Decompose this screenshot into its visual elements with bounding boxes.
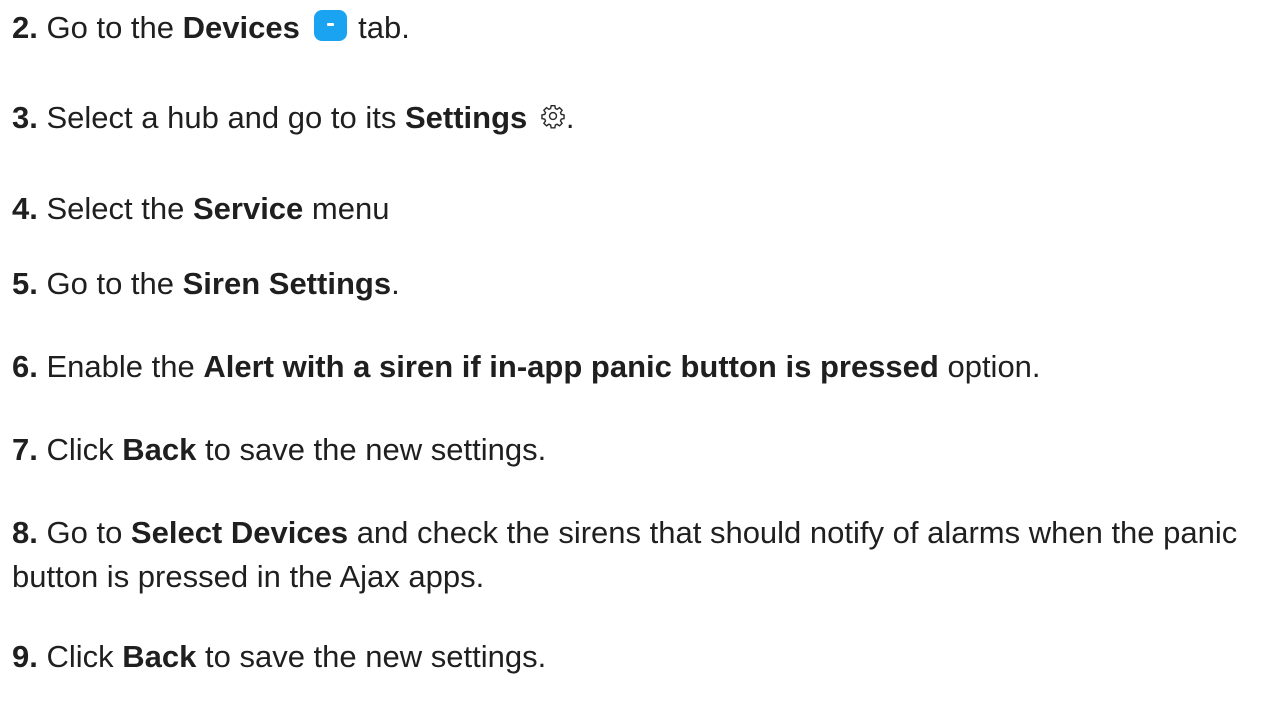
step-bold-term: Siren Settings [182,266,392,301]
devices-tab-icon [314,10,348,41]
step-bold-term: Back [122,432,197,467]
step-text-end: menu [303,191,390,226]
step-7: 7. Click Back to save the new settings. [12,428,1256,472]
step-text: Click [46,432,123,467]
step-number: 4. [12,191,38,226]
step-bold-term: Alert with a siren if in-app panic butto… [203,349,939,384]
step-5: 5. Go to the Siren Settings. [12,262,1256,306]
step-3: 3. Select a hub and go to its Settings . [12,96,1256,140]
step-bold-term: Service [192,191,304,226]
step-number: 6. [12,349,38,384]
step-2: 2. Go to the Devices tab. [12,6,1256,50]
step-number: 7. [12,432,38,467]
step-text: Go to the [46,10,183,45]
step-number: 3. [12,100,38,135]
step-9: 9. Click Back to save the new settings. [12,635,1256,679]
step-text: Enable the [46,349,204,384]
step-text-end: tab. [358,10,410,45]
instruction-steps: 2. Go to the Devices tab. 3. Select a hu… [0,0,1276,701]
step-text: Select a hub and go to its [46,100,405,135]
step-bold-term: Back [122,639,197,674]
step-text-end: . [565,100,575,135]
step-6: 6. Enable the Alert with a siren if in-a… [12,345,1256,389]
step-text-end: option. [938,349,1041,384]
step-text: Go to [46,515,131,550]
step-8: 8. Go to Select Devices and check the si… [12,511,1256,599]
step-text-end: . [391,266,400,301]
step-bold-term: Select Devices [130,515,349,550]
step-text: Select the [46,191,193,226]
step-number: 8. [12,515,38,550]
step-bold-term: Settings [404,100,528,135]
step-text: Click [46,639,123,674]
step-text: Go to the [46,266,183,301]
step-text-end: to save the new settings. [196,639,547,674]
step-number: 2. [12,10,38,45]
step-text-end: to save the new settings. [196,432,547,467]
step-bold-term: Devices [182,10,300,45]
step-number: 5. [12,266,38,301]
gear-icon [540,97,566,129]
step-number: 9. [12,639,38,674]
step-4: 4. Select the Service menu [12,187,1256,231]
